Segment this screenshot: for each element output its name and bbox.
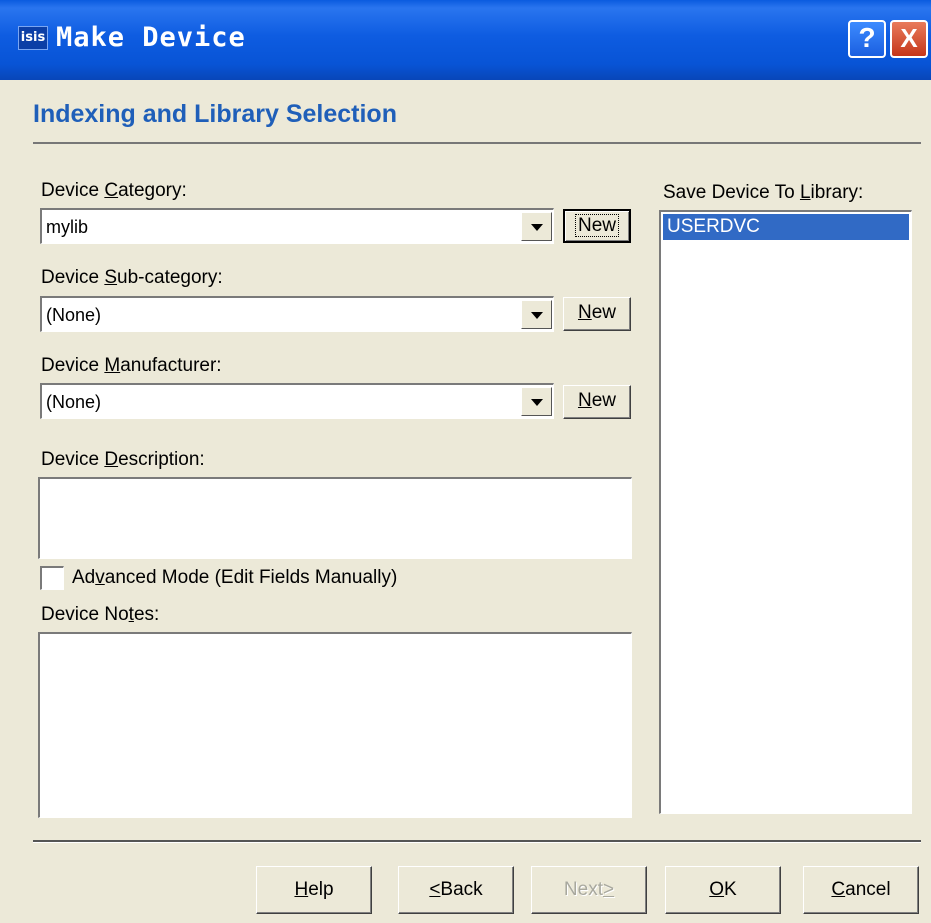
advanced-mode-checkbox[interactable]: [40, 566, 64, 590]
subcategory-label: Device Sub-category:: [41, 267, 223, 288]
new-manufacturer-button[interactable]: New: [563, 385, 631, 419]
cancel-button[interactable]: Cancel: [803, 866, 919, 914]
new-category-button[interactable]: New: [563, 209, 631, 243]
library-label: Save Device To Library:: [663, 182, 864, 203]
description-label: Device Description:: [41, 449, 205, 470]
manufacturer-label: Device Manufacturer:: [41, 355, 222, 376]
window-title: Make Device: [56, 22, 246, 53]
advanced-mode-label[interactable]: Advanced Mode (Edit Fields Manually): [72, 567, 397, 589]
new-subcategory-button[interactable]: New: [563, 297, 631, 331]
header-divider: [33, 142, 921, 144]
help-icon[interactable]: ?: [848, 20, 886, 58]
manufacturer-value: (None): [46, 392, 102, 412]
close-icon[interactable]: X: [890, 20, 928, 58]
footer-divider: [33, 840, 921, 843]
back-button[interactable]: <Back: [398, 866, 514, 914]
chevron-down-icon[interactable]: [521, 300, 552, 329]
category-value: mylib: [46, 217, 89, 237]
notes-textarea[interactable]: [38, 632, 632, 818]
chevron-down-icon[interactable]: [521, 212, 552, 241]
help-button[interactable]: Help: [256, 866, 372, 914]
notes-label: Device Notes:: [41, 604, 160, 625]
next-button[interactable]: Next>: [531, 866, 647, 914]
page-title: Indexing and Library Selection: [33, 100, 397, 128]
description-textarea[interactable]: [38, 477, 632, 559]
category-label: Device Category:: [41, 180, 187, 201]
library-list[interactable]: USERDVC: [659, 210, 912, 814]
category-dropdown[interactable]: mylib: [40, 208, 554, 244]
title-bar[interactable]: isis Make Device ? X: [0, 0, 931, 80]
list-item[interactable]: USERDVC: [663, 214, 909, 240]
subcategory-dropdown[interactable]: (None): [40, 296, 554, 332]
ok-button[interactable]: OK: [665, 866, 781, 914]
dialog-body: Indexing and Library Selection Device Ca…: [0, 80, 931, 923]
chevron-down-icon[interactable]: [521, 387, 552, 416]
subcategory-value: (None): [46, 305, 102, 325]
manufacturer-dropdown[interactable]: (None): [40, 383, 554, 419]
app-icon: isis: [18, 26, 48, 50]
